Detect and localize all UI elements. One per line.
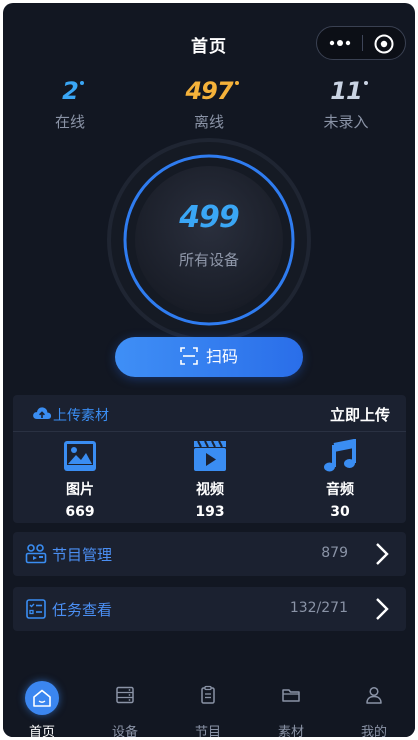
media-image[interactable]: 图片 669 [30,439,130,520]
media-image-count: 669 [65,504,95,520]
program-management-label: 节目管理 [52,546,113,564]
task-view-label: 任务查看 [52,601,113,619]
stat-unregistered[interactable]: 11 未录入 [286,77,406,132]
tab-mine-label: 我的 [360,725,387,737]
upload-now-button[interactable]: 立即上传 [330,404,390,425]
media-video[interactable]: 视频 193 [160,439,260,520]
close-target-icon[interactable] [373,33,395,55]
upload-title: 上传素材 [53,408,109,424]
more-icon[interactable] [328,34,352,52]
scan-icon [180,340,198,365]
scan-button-label: 扫码 [205,347,238,366]
ring-graphic [107,138,311,342]
stat-online-label: 在线 [54,113,85,131]
total-devices-ring[interactable]: 499 所有设备 [106,137,312,343]
folder-icon [281,685,301,705]
stat-online[interactable]: 2 在线 [10,77,130,132]
chevron-right-icon [374,542,390,566]
image-icon [64,441,96,471]
stat-unregistered-value: 11 [330,77,368,105]
phone-screen: 首页 2 在线 497 离线 11 未录入 499 所有设备 扫码 上传素材 立… [3,3,415,737]
stat-offline-label: 离线 [193,113,224,131]
media-video-count: 193 [195,504,225,520]
tab-programs[interactable]: 节目 [167,673,249,737]
tab-devices[interactable]: 设备 [84,673,166,737]
media-audio[interactable]: 音频 30 [290,439,390,520]
task-list-icon [25,598,47,620]
media-image-label: 图片 [66,482,94,498]
capsule-divider [362,35,363,51]
scan-button[interactable]: 扫码 [115,337,303,377]
total-devices-label: 所有设备 [178,251,239,269]
mini-program-capsule [316,26,406,60]
task-view-count: 132/271 [289,600,348,616]
video-icon [194,440,226,471]
chevron-right-icon [374,597,390,621]
tab-devices-label: 设备 [111,725,138,737]
tab-home[interactable]: 首页 [3,673,83,737]
cloud-upload-icon [32,404,52,422]
user-icon [364,685,384,705]
stat-offline[interactable]: 497 离线 [149,77,269,132]
tab-programs-label: 节目 [194,725,221,737]
stat-dot [234,81,239,85]
stat-online-value: 2 [62,77,84,105]
media-audio-label: 音频 [326,482,354,498]
stat-dot [363,81,368,85]
program-management-count: 879 [321,545,348,561]
tab-materials-label: 素材 [277,725,304,737]
upload-card-header: 上传素材 立即上传 [13,395,406,432]
tab-materials[interactable]: 素材 [250,673,332,737]
people-icon [25,543,47,565]
stat-unregistered-label: 未录入 [323,113,369,131]
stat-offline-value: 497 [185,77,239,105]
stat-dot [79,81,84,85]
clipboard-icon [198,685,218,705]
task-view-row[interactable]: 任务查看 132/271 [13,587,406,631]
media-video-label: 视频 [196,482,224,498]
tab-home-label: 首页 [28,725,55,737]
total-devices-value: 499 [179,200,240,235]
program-management-row[interactable]: 节目管理 879 [13,532,406,576]
tab-bar: 首页 设备 节目 素材 我的 [3,673,415,737]
home-icon [32,688,52,708]
server-icon [115,685,135,705]
media-audio-count: 30 [330,504,350,520]
tab-mine[interactable]: 我的 [333,673,415,737]
music-note-icon [324,439,356,472]
upload-card: 上传素材 立即上传 图片 669 视频 193 音频 30 [13,395,406,523]
